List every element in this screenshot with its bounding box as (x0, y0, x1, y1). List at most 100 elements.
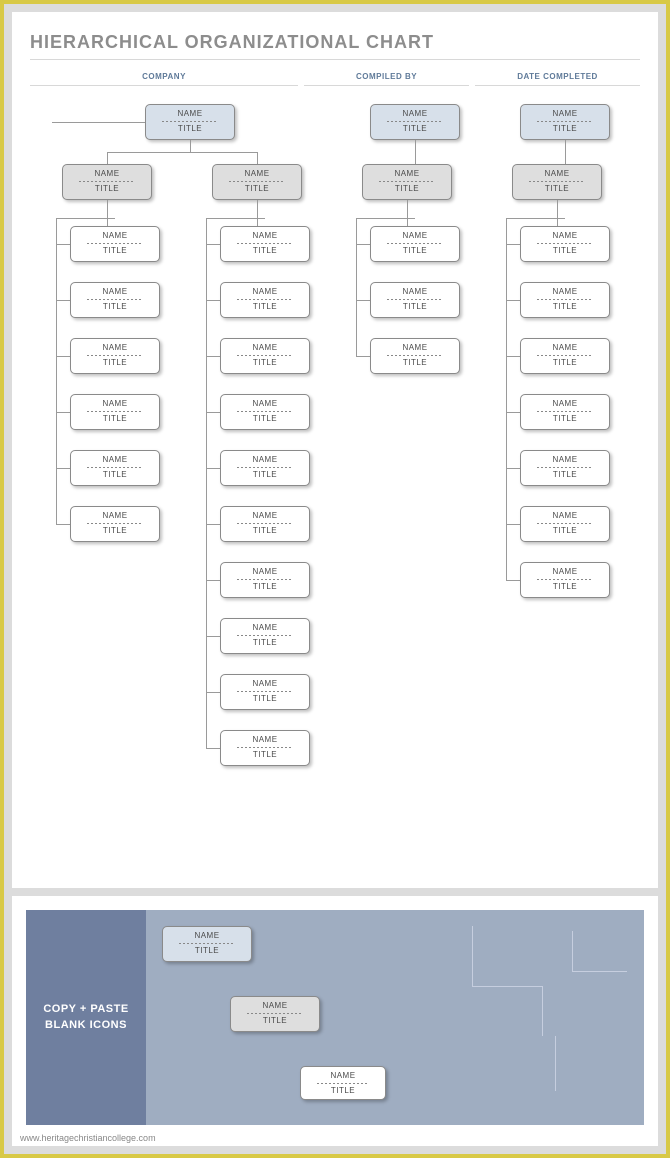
connector-line (52, 122, 145, 123)
node-name: NAME (523, 399, 607, 409)
org-mid-1: NAMETITLE (212, 164, 302, 200)
connector-line (356, 218, 357, 356)
node-divider (237, 635, 293, 636)
node-divider (87, 355, 143, 356)
node-name: NAME (373, 287, 457, 297)
node-title: TITLE (223, 246, 307, 256)
node-divider (87, 299, 143, 300)
node-divider (379, 181, 435, 182)
copy-paste-label: COPY + PASTE BLANK ICONS (26, 910, 146, 1125)
copy-paste-line-1: COPY + PASTE (43, 1003, 128, 1015)
connector-line (107, 152, 108, 164)
connector-line (206, 580, 220, 581)
connector-line (506, 218, 507, 580)
org-chart-area: NAME TITLE NAME TITLE NAME TITLE NAME TITLE NAME… (30, 98, 640, 858)
connector-line (56, 412, 70, 413)
node-divider (87, 523, 143, 524)
connector-line (56, 356, 70, 357)
node-divider (79, 181, 135, 182)
node-title: TITLE (73, 302, 157, 312)
node-title: TITLE (373, 302, 457, 312)
node-name: NAME (73, 455, 157, 465)
title-divider (30, 59, 640, 60)
org-leaf-1-6: NAMETITLE (220, 562, 310, 598)
wire-segment (572, 971, 627, 972)
org-root-0: NAMETITLE (145, 104, 235, 140)
node-name: NAME (165, 931, 249, 941)
org-mid-2: NAMETITLE (362, 164, 452, 200)
connector-line (206, 300, 220, 301)
connector-line (506, 412, 520, 413)
node-title: TITLE (523, 526, 607, 536)
node-title: TITLE (65, 184, 149, 194)
node-name: NAME (373, 109, 457, 119)
node-divider (537, 523, 593, 524)
node-name: NAME (523, 287, 607, 297)
node-title: TITLE (73, 246, 157, 256)
sample-node-top: NAME TITLE (162, 926, 252, 962)
connector-line (407, 200, 408, 226)
node-name: NAME (223, 399, 307, 409)
node-name: NAME (215, 169, 299, 179)
node-title: TITLE (223, 414, 307, 424)
connector-line (356, 218, 415, 219)
node-title: TITLE (223, 470, 307, 480)
node-title: TITLE (373, 246, 457, 256)
org-leaf-1-1: NAMETITLE (220, 282, 310, 318)
header-company: COMPANY (30, 72, 298, 86)
node-name: NAME (523, 455, 607, 465)
node-title: TITLE (373, 358, 457, 368)
org-leaf-1-0: NAMETITLE (220, 226, 310, 262)
node-name: NAME (523, 567, 607, 577)
connector-line (506, 580, 520, 581)
node-divider (387, 299, 443, 300)
connector-line (356, 300, 370, 301)
node-divider (87, 411, 143, 412)
node-title: TITLE (223, 358, 307, 368)
node-divider (317, 1083, 369, 1084)
node-divider (162, 121, 218, 122)
org-leaf-0-3: NAMETITLE (70, 394, 160, 430)
connector-line (206, 692, 220, 693)
org-leaf-0-1: NAMETITLE (70, 282, 160, 318)
connector-line (206, 412, 220, 413)
node-title: TITLE (523, 358, 607, 368)
connector-line (506, 218, 565, 219)
node-title: TITLE (223, 694, 307, 704)
node-divider (537, 243, 593, 244)
connector-line (506, 524, 520, 525)
org-leaf-2-0: NAMETITLE (370, 226, 460, 262)
node-name: NAME (523, 231, 607, 241)
node-title: TITLE (303, 1086, 383, 1096)
connector-line (206, 218, 265, 219)
connector-line (107, 152, 257, 153)
node-title: TITLE (223, 582, 307, 592)
node-divider (87, 243, 143, 244)
node-title: TITLE (73, 414, 157, 424)
copy-paste-line-2: BLANK ICONS (45, 1019, 127, 1031)
node-name: NAME (65, 169, 149, 179)
sample-node-mid: NAME TITLE (230, 996, 320, 1032)
node-name: NAME (223, 735, 307, 745)
template-page-1: HIERARCHICAL ORGANIZATIONAL CHART COMPAN… (12, 12, 658, 888)
node-divider (537, 579, 593, 580)
node-name: NAME (223, 623, 307, 633)
connector-line (506, 356, 520, 357)
node-divider (237, 579, 293, 580)
org-leaf-1-9: NAME TITLE (220, 730, 310, 766)
connector-line (557, 200, 558, 226)
header-date-completed: DATE COMPLETED (475, 72, 640, 86)
node-divider (237, 467, 293, 468)
wire-segment (472, 986, 542, 987)
org-leaf-1-3: NAME TITLE (220, 394, 310, 430)
node-title: TITLE (223, 526, 307, 536)
node-title: TITLE (223, 750, 307, 760)
org-leaf-3-1: NAMETITLE (520, 282, 610, 318)
node-name: NAME (73, 231, 157, 241)
org-leaf-0-0: NAME TITLE (70, 226, 160, 262)
wire-segment (472, 926, 473, 986)
connector-line (415, 140, 416, 164)
org-mid-0: NAME TITLE (62, 164, 152, 200)
wire-segment (542, 986, 543, 1036)
connector-line (206, 524, 220, 525)
